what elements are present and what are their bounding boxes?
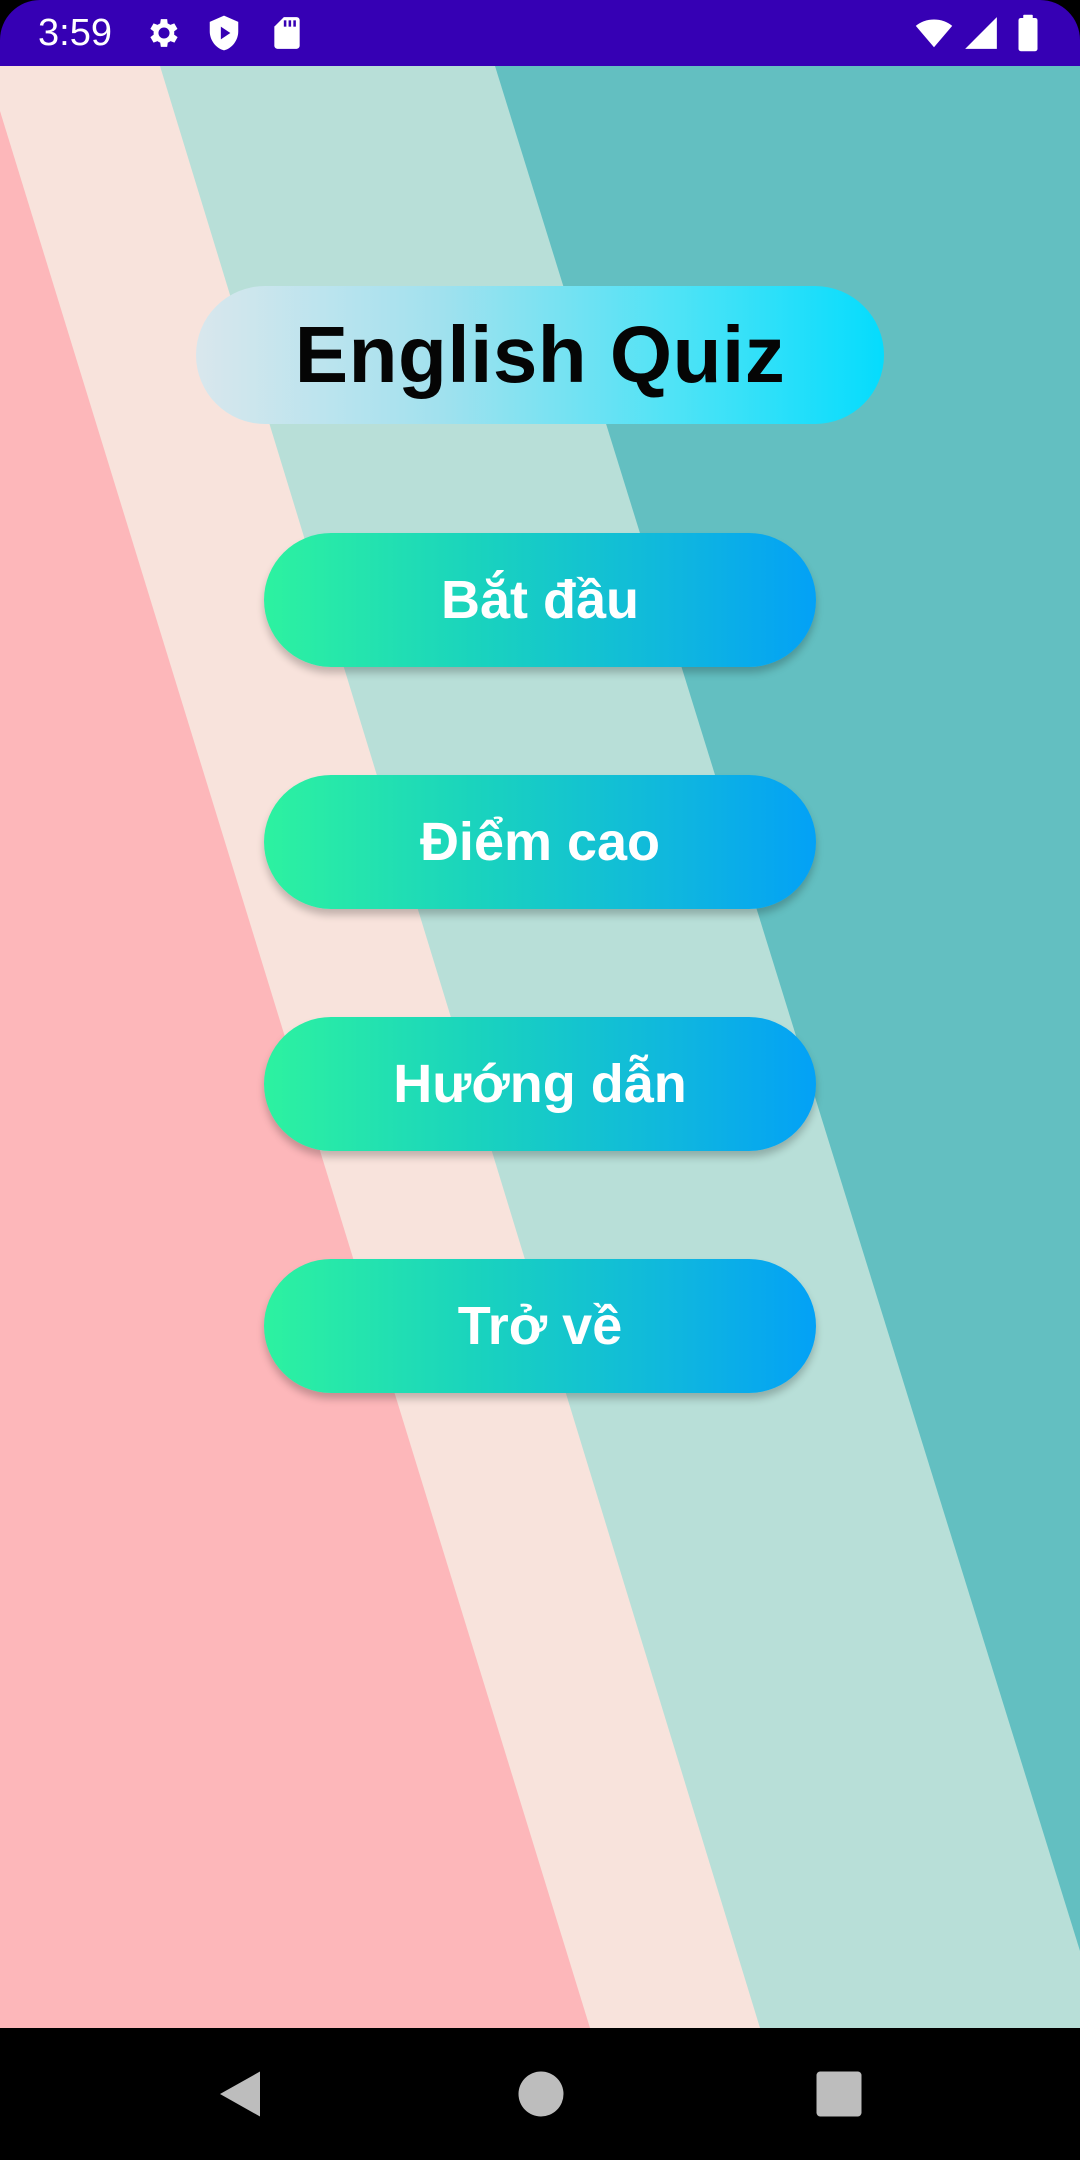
start-button[interactable]: Bắt đầu — [264, 533, 816, 667]
app-title-banner: English Quiz — [196, 286, 884, 424]
instructions-button[interactable]: Hướng dẫn — [264, 1017, 816, 1151]
status-time: 3:59 — [38, 12, 112, 54]
app-screen: English Quiz Bắt đầu Điểm cao Hướng dẫn … — [0, 66, 1080, 2028]
start-button-label: Bắt đầu — [440, 570, 640, 630]
instructions-button-label: Hướng dẫn — [393, 1054, 687, 1114]
recents-icon[interactable] — [809, 2064, 869, 2124]
gear-icon — [150, 19, 178, 47]
status-bar: 3:59 — [0, 0, 1080, 66]
back-menu-button-label: Trở về — [457, 1296, 623, 1356]
battery-icon — [1018, 14, 1038, 52]
shield-play-icon — [209, 15, 239, 51]
home-icon[interactable] — [511, 2064, 571, 2124]
navigation-bar — [0, 2028, 1080, 2160]
app-title: English Quiz — [294, 310, 786, 399]
high-score-button-label: Điểm cao — [419, 812, 661, 872]
wifi-icon — [915, 19, 953, 48]
high-score-button[interactable]: Điểm cao — [264, 775, 816, 909]
back-menu-button[interactable]: Trở về — [264, 1259, 816, 1393]
sd-card-icon — [274, 17, 300, 49]
cellular-signal-icon — [965, 17, 997, 49]
back-icon[interactable] — [210, 2064, 270, 2124]
